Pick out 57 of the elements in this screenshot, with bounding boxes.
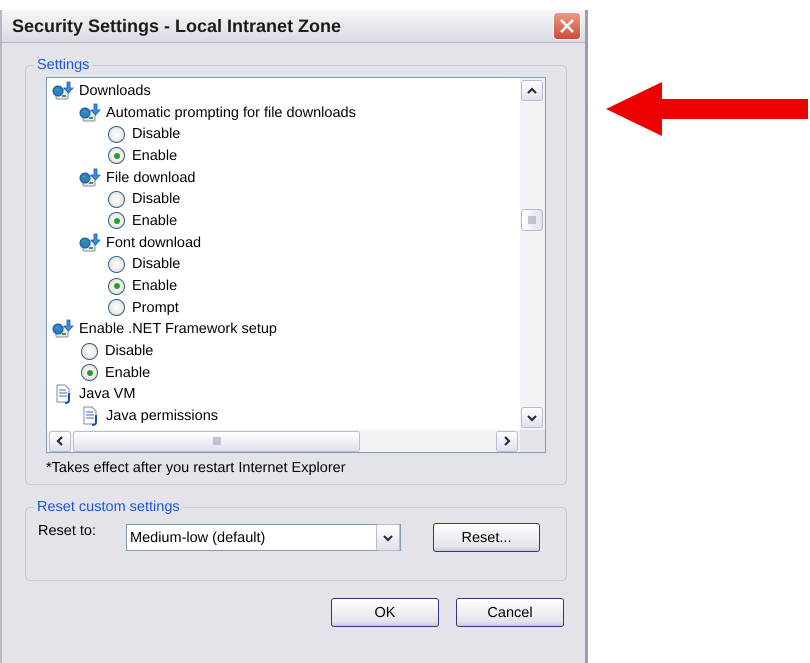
caret-icon xyxy=(54,435,66,447)
restart-note: *Takes effect after you restart Internet Explorer xyxy=(46,460,347,476)
caret-icon xyxy=(526,84,538,96)
option-label: Enable xyxy=(132,212,178,229)
option-label: Disable xyxy=(132,191,180,208)
globe-download-icon xyxy=(79,232,101,253)
window-title: Security Settings - Local Intranet Zone xyxy=(12,16,342,36)
setting-label: Downloads xyxy=(79,82,151,99)
ok-button[interactable]: OK xyxy=(331,598,439,627)
horizontal-scrollbar[interactable] xyxy=(47,430,520,452)
settings-list[interactable]: Downloads Automatic prompting for file downloads Disable Enable File download Disable Enable Font download Disable Enable Prompt Enable .NET Framework setup Disable Enable Java VM Java permissions xyxy=(46,77,546,453)
radio-button[interactable] xyxy=(108,190,125,208)
globe-download-icon xyxy=(79,168,101,188)
radio-button[interactable] xyxy=(108,147,125,164)
option-label: Enable xyxy=(132,148,178,164)
scroll-up-button[interactable] xyxy=(521,80,543,101)
setting-label: Enable .NET Framework setup xyxy=(79,321,277,338)
vertical-scrollbar[interactable] xyxy=(520,78,545,430)
setting-label: Automatic prompting for file downloads xyxy=(106,104,356,121)
setting-label: Java permissions xyxy=(106,408,218,424)
setting-label: Java VM xyxy=(79,386,136,402)
field-label: Reset to: xyxy=(38,523,98,539)
radio-button[interactable] xyxy=(108,256,125,273)
globe-download-icon xyxy=(52,80,74,101)
radio-button[interactable] xyxy=(108,299,125,316)
close-button[interactable] xyxy=(553,12,581,40)
close-icon xyxy=(559,18,575,34)
radio-button[interactable] xyxy=(108,212,125,230)
grip-icon xyxy=(212,437,220,445)
option-label: Prompt xyxy=(132,300,179,316)
setting-label: File download xyxy=(106,170,196,186)
globe-download-icon xyxy=(79,102,101,123)
reset-level-dropdown[interactable]: Medium-low (default) xyxy=(126,524,401,551)
option-label: Disable xyxy=(132,126,180,142)
radio-button[interactable] xyxy=(81,342,98,360)
scroll-down-button[interactable] xyxy=(521,407,543,428)
option-label: Disable xyxy=(132,256,180,272)
scroll-left-button[interactable] xyxy=(49,430,71,452)
caret-icon xyxy=(501,435,513,447)
scroll-thumb[interactable] xyxy=(521,209,543,231)
dropdown-button[interactable] xyxy=(376,524,400,551)
option-label: Disable xyxy=(105,343,154,360)
group-title: Settings xyxy=(36,57,90,73)
cancel-button[interactable]: Cancel xyxy=(456,598,564,627)
reset-button[interactable]: Reset... xyxy=(433,523,540,552)
setting-label: Font download xyxy=(106,234,202,251)
grip-icon xyxy=(528,216,536,224)
globe-download-icon xyxy=(52,319,74,340)
radio-button[interactable] xyxy=(108,126,125,143)
group-title: Reset custom settings xyxy=(36,499,181,515)
scroll-right-button[interactable] xyxy=(496,430,518,452)
radio-button[interactable] xyxy=(81,364,98,382)
option-label: Enable xyxy=(105,364,150,381)
scrollbar-corner xyxy=(520,430,545,452)
radio-button[interactable] xyxy=(108,278,125,295)
scroll-thumb[interactable] xyxy=(73,430,360,452)
option-label: Enable xyxy=(132,278,178,294)
